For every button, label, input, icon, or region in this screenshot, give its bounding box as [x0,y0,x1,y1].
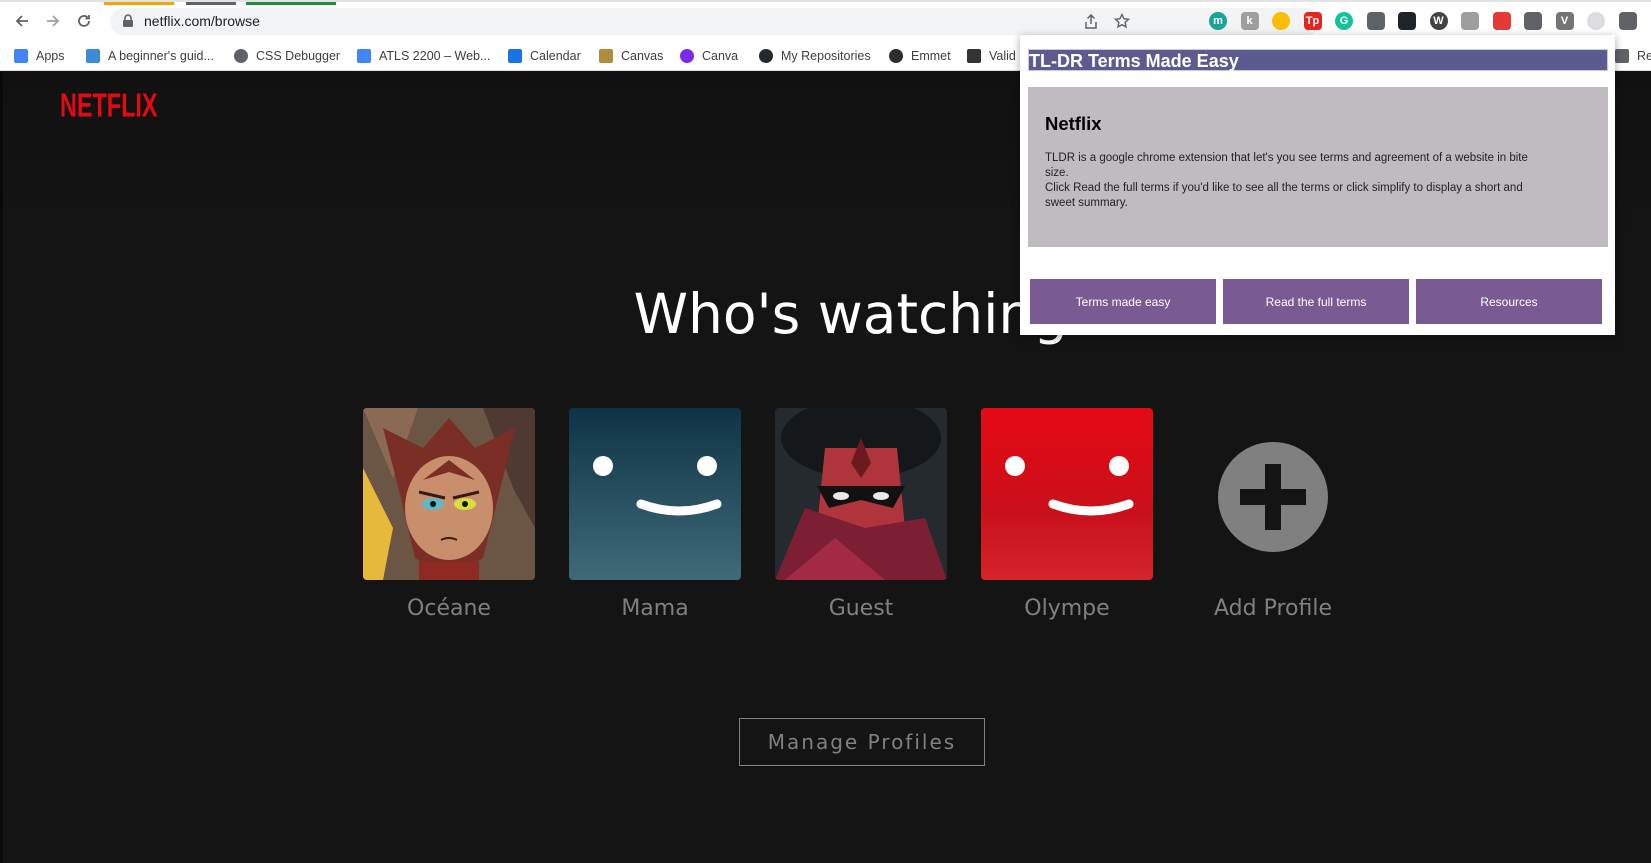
tldr-extension-popup: TL-DR Terms Made Easy Netflix TLDR is a … [1020,35,1615,335]
profile-name: Guest [828,596,894,621]
reading-list-icon [1615,49,1629,63]
browser-toolbar: netflix.com/browse m k Tp G W V [0,0,1651,38]
globe-icon [234,49,248,63]
bookmark-label: Emmet [911,49,951,63]
profile-name: Océane [407,596,491,621]
vue-devtools-icon[interactable]: V [1555,12,1574,30]
grammarly-icon[interactable]: G [1335,12,1353,30]
apps-grid-icon [14,49,28,63]
url-text: netflix.com/browse [144,13,260,29]
description-line: Click Read the full terms if you'd like … [1045,182,1523,209]
colorpick-icon[interactable] [1492,12,1511,30]
canvas-icon [599,49,613,63]
puzzle-extensions-icon[interactable] [1618,12,1637,30]
manage-profiles-button[interactable]: Manage Profiles [739,718,985,766]
site-name: Netflix [1045,113,1102,134]
add-profile-card[interactable]: Add Profile [1187,408,1359,621]
bookmark-0[interactable]: Apps [14,47,65,65]
share-icon[interactable] [1084,14,1098,30]
bookmark-4[interactable]: Calendar [508,47,581,65]
profile-card[interactable]: Olympe [981,408,1153,621]
bookmark-label: Apps [36,49,65,63]
bookmark-8[interactable]: Emmet [889,47,951,65]
bookmark-3[interactable]: ATLS 2200 – Web... [357,47,490,65]
emmet-icon [889,49,903,63]
masked-villain-illustration [775,408,947,580]
popup-description: TLDR is a google chrome extension that l… [1045,151,1545,211]
bookmark-label: My Repositories [781,49,871,63]
catra-avatar[interactable] [363,408,535,580]
calendar-icon [508,49,522,63]
beginner-guide-icon [86,49,100,63]
profile-card[interactable]: Océane [363,408,535,621]
tab-accent [186,2,236,5]
bookmark-2[interactable]: CSS Debugger [234,47,340,65]
bookmark-label: Canvas [621,49,664,63]
forward-button[interactable] [42,10,64,32]
popup-title: TL-DR Terms Made Easy [1028,49,1608,71]
smile-face-icon [593,456,722,516]
bookmark-5[interactable]: Canvas [599,47,663,65]
bookmark-label: A beginner's guid... [108,49,214,63]
bookmark-1[interactable]: A beginner's guid... [86,47,214,65]
k-extension-icon[interactable]: k [1240,12,1259,30]
plus-circle-icon [1218,442,1328,552]
resources-button[interactable]: Resources [1416,279,1602,324]
bookmark-10[interactable]: Re [1615,47,1651,65]
smile-face-icon [1005,456,1134,516]
settings-gear-icon[interactable] [1524,12,1542,30]
tldr-extension-icon[interactable] [1587,12,1605,30]
screen: netflix.com/browse m k Tp G W V Apps A beginne… [0,0,1651,863]
bookmark-label: Calendar [530,49,581,63]
tab-accent [104,2,174,5]
bookmark-label: Canva [702,49,739,63]
profile-name: Olympe [1024,596,1110,621]
chrome-color-icon[interactable] [1272,12,1290,30]
bookmark-7[interactable]: My Repositories [759,47,871,65]
profile-card[interactable]: Mama [569,408,741,621]
add-profile-icon[interactable] [1187,408,1359,580]
profile-name: Mama [621,596,689,621]
bookmark-label: ATLS 2200 – Web... [379,49,491,63]
bookmark-9[interactable]: Valid [967,47,1016,65]
catra-illustration [363,408,535,580]
back-button[interactable] [11,10,33,32]
netflix-logo[interactable]: NETFLIX [60,88,158,125]
bookmark-6[interactable]: Canva [680,47,738,65]
canva-icon [680,49,694,63]
validator-icon [967,49,981,63]
bookmark-label: Re [1637,49,1651,63]
read-full-terms-button[interactable]: Read the full terms [1223,279,1409,324]
bookmark-label: CSS Debugger [256,49,341,63]
tab-accent [246,2,336,5]
address-bar[interactable]: netflix.com/browse [110,8,1320,35]
react-devtools-icon[interactable] [1398,12,1416,30]
bookmark-star-icon[interactable] [1114,13,1130,29]
m-extension-icon[interactable]: m [1209,12,1227,30]
back-arrow-icon [15,15,28,27]
forward-arrow-icon [47,15,60,27]
blue-smile-avatar[interactable] [569,408,741,580]
window-edge [0,72,3,863]
red-smile-avatar[interactable] [981,408,1153,580]
description-line: TLDR is a google chrome extension that l… [1045,152,1528,179]
reload-button[interactable] [73,10,95,32]
lock-icon [123,14,133,27]
profile-list: Océane Mama Guest Olympe Add Profile [0,408,1651,638]
camera-icon[interactable] [1366,12,1385,30]
profile-name: Add Profile [1214,596,1332,621]
wordpress-icon[interactable]: W [1429,12,1448,30]
profile-card[interactable]: Guest [775,408,947,621]
terms-made-easy-button[interactable]: Terms made easy [1030,279,1216,324]
docs-icon [357,49,371,63]
bookmark-label: Valid [989,49,1016,63]
github-icon [759,49,773,63]
popup-info-card: Netflix TLDR is a google chrome extensio… [1028,87,1608,247]
reload-icon [78,15,90,27]
document-icon[interactable] [1461,12,1479,30]
masked-villain-avatar[interactable] [775,408,947,580]
tp-extension-icon[interactable]: Tp [1303,12,1322,30]
